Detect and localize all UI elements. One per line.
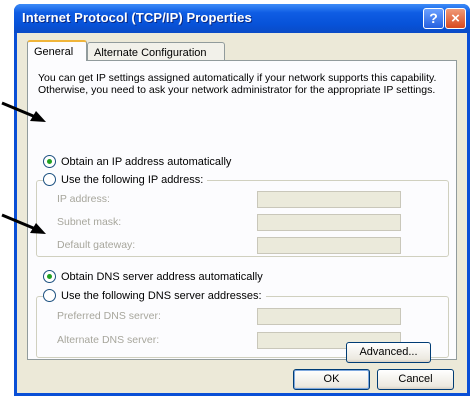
description-text: You can get IP settings assigned automat…: [38, 72, 437, 96]
radio-obtain-ip-auto-label: Obtain an IP address automatically: [61, 156, 232, 168]
preferred-dns-field: [257, 308, 401, 325]
cancel-button[interactable]: Cancel: [377, 369, 454, 390]
ok-button[interactable]: OK: [293, 369, 370, 390]
help-button[interactable]: ?: [423, 8, 444, 29]
title-bar[interactable]: Internet Protocol (TCP/IP) Properties ? …: [14, 4, 470, 33]
radio-obtain-dns-auto-label: Obtain DNS server address automatically: [61, 271, 263, 283]
subnet-mask-label: Subnet mask:: [57, 216, 122, 228]
radio-selected-icon[interactable]: [43, 269, 56, 283]
radio-use-following-dns-label: Use the following DNS server addresses:: [61, 290, 262, 302]
radio-use-following-ip[interactable]: Use the following IP address:: [43, 172, 208, 187]
alternate-dns-label: Alternate DNS server:: [57, 334, 160, 346]
radio-use-following-ip-label: Use the following IP address:: [61, 174, 204, 186]
tab-alternate-configuration[interactable]: Alternate Configuration: [87, 42, 225, 62]
annotation-arrow-dns: [1, 213, 46, 234]
radio-selected-icon[interactable]: [43, 154, 56, 168]
default-gateway-field: [257, 237, 401, 254]
general-tab-panel: You can get IP settings assigned automat…: [27, 60, 457, 360]
radio-unselected-icon[interactable]: [43, 172, 56, 186]
close-button[interactable]: ×: [445, 8, 466, 29]
radio-use-following-dns[interactable]: Use the following DNS server addresses:: [43, 288, 266, 303]
advanced-button[interactable]: Advanced...: [346, 342, 431, 363]
dialog-client: General Alternate Configuration You can …: [17, 33, 467, 393]
tab-general[interactable]: General: [27, 40, 87, 61]
radio-obtain-dns-auto[interactable]: Obtain DNS server address automatically: [43, 269, 267, 284]
default-gateway-label: Default gateway:: [57, 239, 136, 251]
radio-obtain-ip-auto[interactable]: Obtain an IP address automatically: [43, 154, 236, 169]
subnet-mask-field: [257, 214, 401, 231]
ip-address-group: IP address: Subnet mask: Default gateway…: [36, 180, 449, 257]
ip-address-label: IP address:: [57, 193, 110, 205]
ip-address-field: [257, 191, 401, 208]
window-title: Internet Protocol (TCP/IP) Properties: [22, 10, 252, 25]
annotation-arrow-ip: [1, 101, 46, 122]
preferred-dns-label: Preferred DNS server:: [57, 310, 161, 322]
radio-unselected-icon[interactable]: [43, 288, 56, 302]
dialog-window: Internet Protocol (TCP/IP) Properties ? …: [14, 4, 470, 396]
